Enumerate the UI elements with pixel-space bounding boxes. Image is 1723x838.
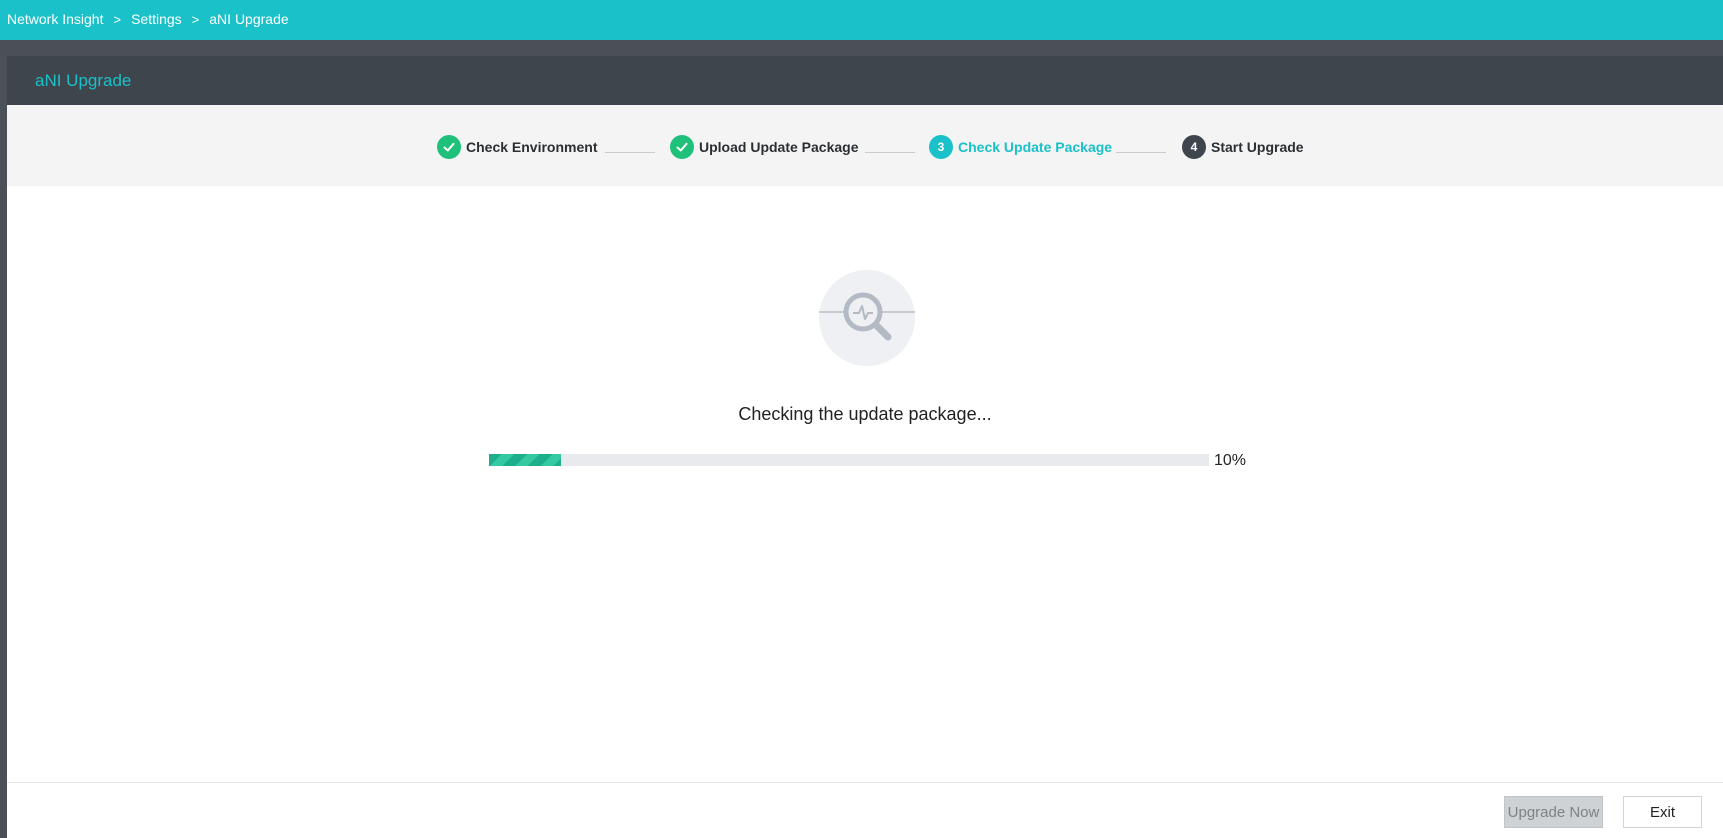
breadcrumb-separator: > bbox=[113, 11, 122, 27]
check-icon bbox=[670, 135, 694, 159]
step-label: Upload Update Package bbox=[699, 139, 859, 155]
step-label: Check Environment bbox=[466, 139, 598, 155]
step-connector bbox=[605, 152, 655, 153]
progress-percent: 10% bbox=[1214, 452, 1247, 469]
magnifier-pulse-icon bbox=[819, 270, 915, 366]
step-check-environment: Check Environment bbox=[437, 135, 597, 159]
upgrade-panel: aNI Upgrade Check Environment Upload Upd… bbox=[7, 56, 1723, 838]
breadcrumb-network-insight[interactable]: Network Insight bbox=[7, 11, 103, 27]
step-label: Check Update Package bbox=[958, 139, 1113, 155]
footer-divider bbox=[7, 782, 1723, 783]
progress-fill bbox=[489, 454, 561, 466]
step-label: Start Upgrade bbox=[1211, 139, 1304, 155]
top-bar: Network Insight > Settings > aNI Upgrade bbox=[0, 0, 1723, 40]
progress-bar bbox=[489, 454, 1209, 466]
check-icon bbox=[437, 135, 461, 159]
breadcrumb: Network Insight > Settings > aNI Upgrade bbox=[7, 11, 289, 27]
exit-button[interactable]: Exit bbox=[1623, 796, 1702, 828]
step-check-update-package: 3 Check Update Package bbox=[929, 135, 1112, 159]
breadcrumb-ani-upgrade: aNI Upgrade bbox=[209, 11, 289, 27]
upgrade-now-button[interactable]: Upgrade Now bbox=[1504, 796, 1603, 828]
step-number: 3 bbox=[929, 135, 953, 159]
breadcrumb-separator: > bbox=[191, 11, 200, 27]
steps-bar: Check Environment Upload Update Package … bbox=[7, 105, 1723, 186]
step-number: 4 bbox=[1182, 135, 1206, 159]
step-start-upgrade: 4 Start Upgrade bbox=[1182, 135, 1304, 159]
status-message: Checking the update package... bbox=[738, 404, 992, 424]
step-upload-update-package: Upload Update Package bbox=[670, 135, 859, 159]
breadcrumb-settings[interactable]: Settings bbox=[131, 11, 182, 27]
page-title: aNI Upgrade bbox=[35, 71, 132, 90]
panel-header: aNI Upgrade bbox=[7, 56, 1723, 105]
step-connector bbox=[1116, 152, 1166, 153]
step-connector bbox=[865, 152, 915, 153]
